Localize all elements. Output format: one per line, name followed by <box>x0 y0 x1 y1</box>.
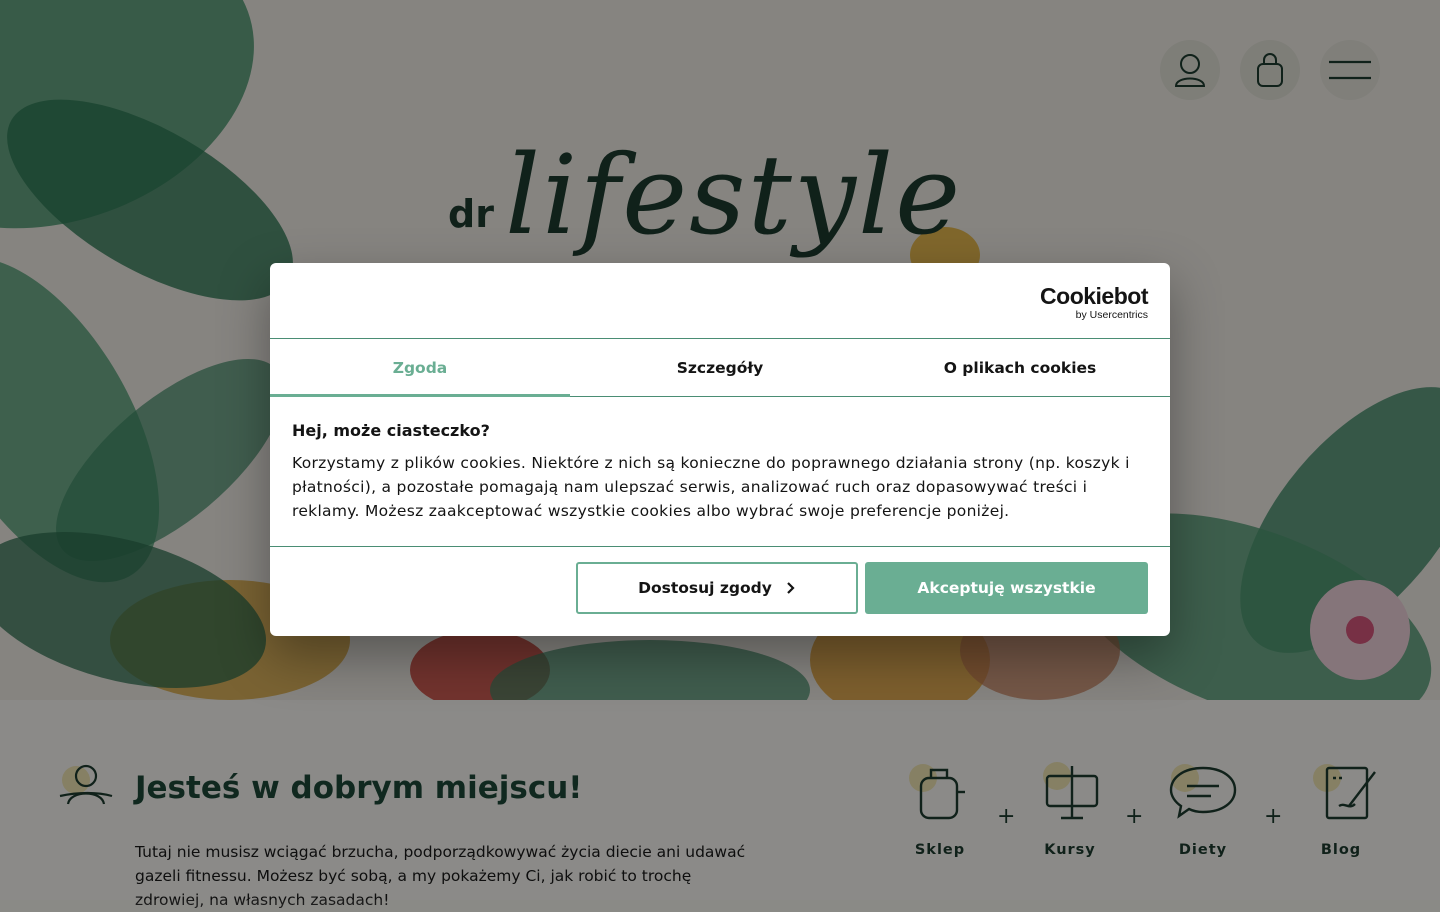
customize-consent-button[interactable]: Dostosuj zgody <box>576 562 858 614</box>
customize-consent-label: Dostosuj zgody <box>638 579 772 597</box>
accept-all-button[interactable]: Akceptuję wszystkie <box>865 562 1148 614</box>
consent-title: Hej, może ciasteczko? <box>292 421 490 440</box>
accept-all-label: Akceptuję wszystkie <box>917 579 1096 597</box>
consent-tabs: Zgoda Szczegóły O plikach cookies <box>270 338 1170 397</box>
divider <box>270 546 1170 547</box>
cookiebot-logo: Cookiebot by Usercentrics <box>1040 283 1148 322</box>
cookie-consent-dialog: Cookiebot by Usercentrics Zgoda Szczegół… <box>270 263 1170 636</box>
tab-details[interactable]: Szczegóły <box>570 339 870 396</box>
chevron-right-icon <box>787 582 795 594</box>
brand-name: Cookiebot <box>1040 283 1148 309</box>
consent-text: Korzystamy z plików cookies. Niektóre z … <box>292 454 1130 520</box>
tab-about-cookies[interactable]: O plikach cookies <box>870 339 1170 396</box>
brand-subtitle: by Usercentrics <box>1075 309 1148 321</box>
tab-consent[interactable]: Zgoda <box>270 339 570 397</box>
